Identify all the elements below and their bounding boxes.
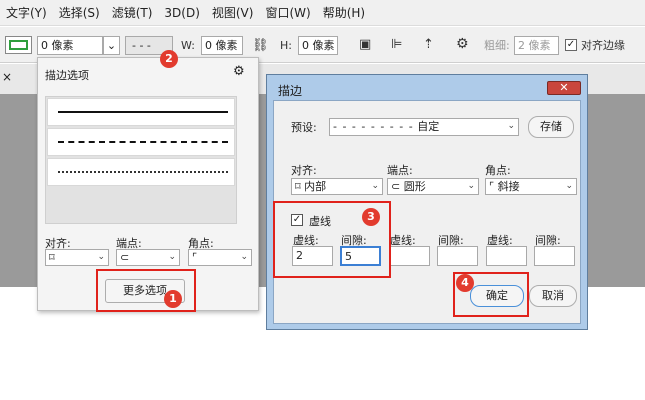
caps-label: 端点: bbox=[387, 164, 413, 177]
stroke-width-field[interactable]: 0 像素 bbox=[37, 36, 103, 55]
highlight-box-more-options bbox=[96, 269, 196, 312]
caps-dropdown[interactable]: ⊂ 圆形 ⌄ bbox=[387, 178, 479, 195]
menu-item-window[interactable]: 窗口(W) bbox=[259, 0, 316, 26]
chevron-down-icon: ⌄ bbox=[97, 252, 105, 262]
corners-value: 斜接 bbox=[497, 180, 520, 193]
chevron-down-icon: ⌄ bbox=[467, 181, 475, 191]
chevron-down-icon: ⌄ bbox=[371, 181, 379, 191]
dash-input-3[interactable] bbox=[486, 246, 527, 266]
panel-align-dropdown[interactable]: ⌑ ⌄ bbox=[45, 249, 109, 266]
gap-input-3[interactable] bbox=[534, 246, 575, 266]
step-badge-3: 3 bbox=[362, 208, 380, 226]
line-style-solid[interactable] bbox=[47, 98, 235, 126]
h-field[interactable]: 0 像素 bbox=[298, 36, 338, 55]
corners-label: 角点: bbox=[485, 164, 511, 177]
step-badge-1: 1 bbox=[164, 290, 182, 308]
h-label: H: bbox=[280, 39, 292, 52]
dialog-close-button[interactable]: ✕ bbox=[547, 81, 581, 95]
w-label: W: bbox=[181, 39, 195, 52]
corners-dropdown[interactable]: ⌜ 斜接 ⌄ bbox=[485, 178, 577, 195]
stroke-width-dropdown[interactable]: ⌄ bbox=[103, 36, 120, 55]
weight-field: 2 像素 bbox=[514, 36, 559, 55]
menu-item-filter[interactable]: 滤镜(T) bbox=[106, 0, 159, 26]
menu-item-type[interactable]: 文字(Y) bbox=[0, 0, 53, 26]
line-style-dotted[interactable] bbox=[47, 158, 235, 186]
panel-caps-dropdown[interactable]: ⊂ ⌄ bbox=[116, 249, 180, 266]
align-inside-icon: ⌑ bbox=[49, 251, 55, 264]
dash-input-2[interactable] bbox=[389, 246, 430, 266]
menu-item-view[interactable]: 视图(V) bbox=[206, 0, 260, 26]
stroke-color-fill bbox=[9, 40, 28, 50]
menu-item-select[interactable]: 选择(S) bbox=[53, 0, 106, 26]
dash-preview: - - - - - - - - - bbox=[333, 120, 414, 133]
w-field[interactable]: 0 像素 bbox=[201, 36, 243, 55]
align-edges-checkbox[interactable]: ✓ bbox=[565, 39, 577, 51]
align-value: 内部 bbox=[304, 180, 327, 193]
chevron-down-icon: ⌄ bbox=[565, 181, 573, 191]
link-icon[interactable]: ⛓ bbox=[252, 36, 269, 55]
step-badge-2: 2 bbox=[160, 50, 178, 68]
panel-title: 描边选项 bbox=[45, 69, 89, 82]
caps-value: 圆形 bbox=[403, 180, 426, 193]
close-icon[interactable]: × bbox=[2, 70, 12, 84]
preset-value: 自定 bbox=[417, 120, 440, 133]
chevron-down-icon: ⌄ bbox=[168, 252, 176, 262]
path-arrangement-icon[interactable]: ⇡ bbox=[423, 35, 434, 54]
panel-gear-icon[interactable]: ⚙ bbox=[233, 64, 245, 79]
save-preset-button[interactable]: 存储 bbox=[528, 116, 574, 138]
miter-join-icon: ⌜ bbox=[489, 180, 498, 193]
align-edges-label: 对齐边缘 bbox=[581, 39, 625, 52]
solid-line bbox=[58, 111, 228, 113]
stroke-color-swatch[interactable] bbox=[5, 36, 32, 54]
round-cap-icon: ⊂ bbox=[120, 251, 130, 264]
gap-input-2[interactable] bbox=[437, 246, 478, 266]
dotted-line bbox=[58, 171, 228, 173]
align-dropdown[interactable]: ⌑ 内部 ⌄ bbox=[291, 178, 383, 195]
preset-dropdown[interactable]: - - - - - - - - - 自定 ⌄ bbox=[329, 118, 519, 136]
weight-label: 粗细: bbox=[484, 39, 510, 52]
chevron-down-icon: ⌄ bbox=[240, 252, 248, 262]
step-badge-4: 4 bbox=[456, 274, 474, 292]
cancel-button[interactable]: 取消 bbox=[529, 285, 577, 307]
chevron-down-icon: ⌄ bbox=[507, 121, 515, 131]
round-cap-icon: ⊂ bbox=[391, 180, 404, 193]
line-style-list bbox=[45, 96, 237, 224]
panel-corners-dropdown[interactable]: ⌜ ⌄ bbox=[188, 249, 252, 266]
chevron-down-icon: ⌄ bbox=[106, 39, 117, 52]
dash-line-icon: - - - bbox=[132, 39, 151, 52]
gear-icon[interactable]: ⚙ bbox=[456, 35, 469, 54]
align-label: 对齐: bbox=[291, 164, 317, 177]
preset-label: 预设: bbox=[291, 121, 317, 134]
path-alignment-icon[interactable]: ⊫ bbox=[391, 35, 402, 54]
menu-item-help[interactable]: 帮助(H) bbox=[317, 0, 371, 26]
line-style-dashed[interactable] bbox=[47, 128, 235, 156]
menu-bar: 文字(Y) 选择(S) 滤镜(T) 3D(D) 视图(V) 窗口(W) 帮助(H… bbox=[0, 0, 645, 26]
dashed-line bbox=[58, 141, 228, 143]
menu-item-3d[interactable]: 3D(D) bbox=[158, 0, 205, 26]
align-inside-icon: ⌑ bbox=[295, 180, 305, 193]
dialog-title: 描边 bbox=[278, 84, 303, 98]
path-operations-icon[interactable]: ▣ bbox=[359, 35, 371, 54]
miter-join-icon: ⌜ bbox=[192, 251, 198, 264]
